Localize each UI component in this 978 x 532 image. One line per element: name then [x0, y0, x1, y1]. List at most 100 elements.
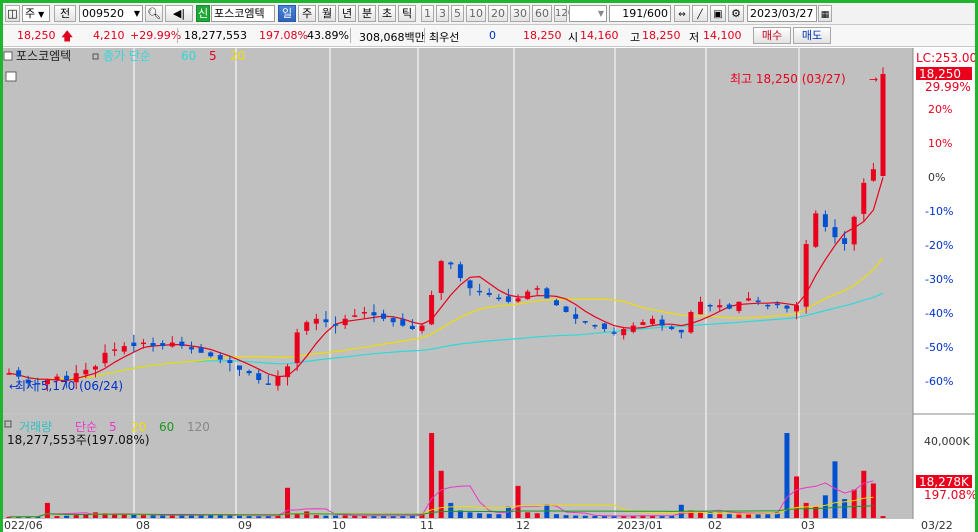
candle-body — [505, 296, 511, 302]
candle-body — [150, 342, 156, 346]
candle-body — [582, 321, 588, 323]
current-pct-tag: 29.99% — [925, 80, 971, 94]
candle-body — [592, 325, 598, 327]
candle-body — [131, 342, 137, 346]
date-input[interactable]: 2023/03/27 — [747, 5, 817, 22]
hts-chart-window: ◫ 주 ▼ 전 009520 ▼ 🔍︎ ◀| 신 포스코엠텍 일 주 월 년 분 초… — [0, 0, 978, 532]
period-minute-tab[interactable]: 분 — [358, 5, 376, 22]
volume-bar — [256, 516, 262, 518]
x-tick: 09 — [238, 519, 252, 532]
candle-body — [217, 355, 223, 360]
volume-bar — [352, 515, 358, 518]
candle-body — [698, 301, 704, 315]
bar-count-max: /600 — [643, 7, 668, 20]
up-arrow-icon: 🡅 — [61, 29, 74, 43]
interval-5-button[interactable]: 5 — [451, 5, 464, 22]
period-tick-tab[interactable]: 틱 — [398, 5, 416, 22]
calendar-icon: ▦ — [820, 10, 830, 20]
save-button[interactable]: ▣ — [710, 5, 726, 22]
candle-body — [621, 329, 627, 336]
x-tick: 12 — [516, 519, 530, 532]
candle-body — [563, 306, 569, 312]
candle-body — [409, 325, 415, 329]
volume-bar — [784, 433, 790, 518]
interval-60-button[interactable]: 60 — [532, 5, 552, 22]
candle-body — [381, 313, 387, 319]
panel-toggle-icon[interactable]: ◫ — [5, 5, 20, 22]
volume-bar — [553, 514, 559, 518]
search-button[interactable]: 🔍︎ — [145, 5, 163, 22]
legend-toggle-icon[interactable] — [3, 51, 13, 61]
interval-3-button[interactable]: 3 — [436, 5, 449, 22]
x-tick: 03 — [801, 519, 815, 532]
gear-icon: ⚙ — [731, 7, 741, 20]
sell-button[interactable]: 매도 — [793, 27, 831, 44]
volume-axis-bg — [913, 415, 975, 519]
volume-bar — [563, 515, 569, 518]
volume-bar — [880, 516, 886, 518]
x-tick: 03/22 — [921, 519, 953, 532]
settings-button[interactable]: ⚙ — [728, 5, 744, 22]
volume-value: 18,277,553 — [184, 29, 247, 42]
period-year-tab[interactable]: 년 — [338, 5, 356, 22]
interval-120-button[interactable]: 120 — [554, 5, 574, 22]
volume-bar — [486, 513, 492, 518]
interval-1-button[interactable]: 1 — [421, 5, 434, 22]
period-second-tab[interactable]: 초 — [378, 5, 396, 22]
volume-bar — [601, 516, 607, 518]
candle-body — [92, 366, 98, 370]
period-week-tab[interactable]: 주 — [298, 5, 316, 22]
code-mode-button[interactable]: 전 — [54, 5, 76, 22]
volume-bar — [150, 515, 156, 518]
candle-body — [371, 312, 377, 316]
pct-tick: -30% — [925, 273, 953, 286]
candle-body — [227, 360, 233, 363]
candle-body — [352, 315, 358, 317]
volume-bar — [429, 433, 435, 518]
pct-tick: 0% — [928, 171, 945, 184]
pct-tick: 20% — [928, 103, 952, 116]
high-label: 고 — [630, 31, 641, 44]
candle-body — [611, 332, 617, 334]
drawing-tool-button[interactable]: ╱ — [692, 5, 708, 22]
buy-button[interactable]: 매수 — [753, 27, 791, 44]
candle-body — [842, 238, 848, 244]
calendar-button[interactable]: ▦ — [818, 5, 832, 22]
candle-body — [448, 262, 454, 265]
candle-body — [496, 297, 502, 300]
volume-bar — [861, 470, 867, 518]
x-tick: 11 — [420, 519, 434, 532]
volume-bar — [294, 514, 300, 518]
candle-body — [544, 288, 550, 299]
stock-chart[interactable]: 포스코엠텍 종가 단순 60 5 20 최고 18,250 (03/27) → … — [3, 48, 975, 532]
custom-interval-select[interactable]: ▼ — [569, 5, 607, 22]
volume-current-tag: 18,278K — [919, 475, 970, 489]
sound-button[interactable]: ◀| — [165, 5, 193, 22]
candle-body — [534, 288, 540, 290]
volume-bar — [64, 515, 70, 518]
volume-bar — [803, 502, 809, 518]
open-price: 14,160 — [580, 29, 619, 42]
market-select[interactable]: 주 ▼ — [22, 5, 50, 22]
current-price: 18,250 — [17, 29, 56, 42]
bar-count-field[interactable]: 191/600 — [609, 5, 671, 22]
scroll-toggle-button[interactable]: ⇔ — [674, 5, 690, 22]
stock-name-field[interactable]: 포스코엠텍 — [211, 5, 275, 22]
stock-code-input[interactable]: 009520 ▼ — [79, 5, 143, 22]
trade-amount: 308,068백만 — [359, 31, 425, 44]
candle-body — [188, 347, 194, 350]
volume-ratio: 197.08% — [259, 29, 308, 42]
period-month-tab[interactable]: 월 — [318, 5, 336, 22]
candle-body — [717, 305, 723, 308]
interval-20-button[interactable]: 20 — [488, 5, 508, 22]
period-day-tab[interactable]: 일 — [278, 5, 296, 22]
volume-bar — [246, 516, 252, 518]
x-tick: 02 — [708, 519, 722, 532]
volume-bar — [333, 515, 339, 518]
candle-body — [630, 325, 636, 332]
candle-body — [477, 290, 483, 293]
grid-menu-icon[interactable] — [5, 71, 17, 82]
interval-10-button[interactable]: 10 — [466, 5, 486, 22]
interval-30-button[interactable]: 30 — [510, 5, 530, 22]
best-order-price: 18,250 — [523, 29, 562, 42]
